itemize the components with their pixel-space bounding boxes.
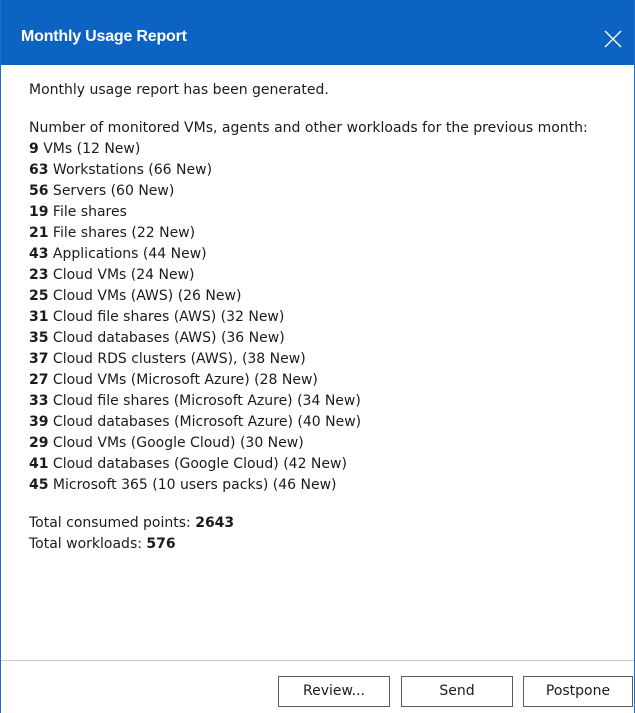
workload-label: Cloud file shares (Microsoft Azure) (34 … bbox=[48, 393, 361, 409]
workload-item: 63 Workstations (66 New) bbox=[29, 160, 614, 181]
total-workloads-value: 576 bbox=[146, 536, 176, 552]
total-points-value: 2643 bbox=[195, 515, 235, 531]
workload-item: 45 Microsoft 365 (10 users packs) (46 Ne… bbox=[29, 475, 614, 496]
workload-item: 33 Cloud file shares (Microsoft Azure) (… bbox=[29, 391, 614, 412]
close-button[interactable] bbox=[598, 22, 628, 52]
workload-count: 27 bbox=[29, 372, 49, 388]
workload-label: Cloud databases (Google Cloud) (42 New) bbox=[48, 456, 347, 472]
workload-item: 27 Cloud VMs (Microsoft Azure) (28 New) bbox=[29, 370, 614, 391]
workload-label: File shares bbox=[48, 204, 127, 220]
workload-item: 19 File shares bbox=[29, 202, 614, 223]
workload-count: 25 bbox=[29, 288, 49, 304]
workload-count: 21 bbox=[29, 225, 49, 241]
workload-label: Applications (44 New) bbox=[48, 246, 207, 262]
workload-count: 41 bbox=[29, 456, 49, 472]
workload-count: 19 bbox=[29, 204, 49, 220]
close-icon bbox=[604, 30, 622, 48]
workload-label: Cloud databases (AWS) (36 New) bbox=[48, 330, 285, 346]
workload-label: Servers (60 New) bbox=[48, 183, 175, 199]
workload-list: 9 VMs (12 New) 63 Workstations (66 New) 56… bbox=[29, 139, 614, 496]
total-workloads-line: Total workloads: 576 bbox=[29, 534, 614, 555]
workload-item: 37 Cloud RDS clusters (AWS), (38 New) bbox=[29, 349, 614, 370]
workload-item: 41 Cloud databases (Google Cloud) (42 Ne… bbox=[29, 454, 614, 475]
workload-label: Cloud file shares (AWS) (32 New) bbox=[48, 309, 285, 325]
workload-count: 35 bbox=[29, 330, 49, 346]
workloads-heading: Number of monitored VMs, agents and othe… bbox=[29, 120, 588, 136]
total-workloads-label: Total workloads: bbox=[29, 536, 147, 552]
total-points-label: Total consumed points: bbox=[29, 515, 196, 531]
workload-label: File shares (22 New) bbox=[48, 225, 196, 241]
workload-item: 9 VMs (12 New) bbox=[29, 139, 614, 160]
total-points-line: Total consumed points: 2643 bbox=[29, 513, 614, 534]
workload-label: Cloud VMs (Microsoft Azure) (28 New) bbox=[48, 372, 318, 388]
workload-count: 9 bbox=[29, 141, 39, 157]
send-button[interactable]: Send bbox=[401, 676, 513, 707]
workload-count: 23 bbox=[29, 267, 49, 283]
workload-count: 56 bbox=[29, 183, 49, 199]
workload-count: 37 bbox=[29, 351, 49, 367]
workload-item: 23 Cloud VMs (24 New) bbox=[29, 265, 614, 286]
workload-item: 35 Cloud databases (AWS) (36 New) bbox=[29, 328, 614, 349]
workload-count: 31 bbox=[29, 309, 49, 325]
workload-item: 29 Cloud VMs (Google Cloud) (30 New) bbox=[29, 433, 614, 454]
workload-count: 63 bbox=[29, 162, 49, 178]
workload-item: 25 Cloud VMs (AWS) (26 New) bbox=[29, 286, 614, 307]
review-button[interactable]: Review... bbox=[278, 676, 390, 707]
workload-item: 31 Cloud file shares (AWS) (32 New) bbox=[29, 307, 614, 328]
workload-count: 33 bbox=[29, 393, 49, 409]
dialog-titlebar: Monthly Usage Report bbox=[1, 0, 634, 65]
workload-count: 29 bbox=[29, 435, 49, 451]
workload-label: Cloud databases (Microsoft Azure) (40 Ne… bbox=[48, 414, 362, 430]
monthly-usage-report-dialog: Monthly Usage Report Monthly usage repor… bbox=[0, 0, 635, 713]
dialog-message: Monthly usage report has been generated.… bbox=[29, 80, 614, 555]
workload-item: 56 Servers (60 New) bbox=[29, 181, 614, 202]
workload-item: 43 Applications (44 New) bbox=[29, 244, 614, 265]
workload-count: 43 bbox=[29, 246, 49, 262]
workload-label: Cloud RDS clusters (AWS), (38 New) bbox=[48, 351, 306, 367]
workload-label: Microsoft 365 (10 users packs) (46 New) bbox=[48, 477, 337, 493]
postpone-button[interactable]: Postpone bbox=[523, 676, 633, 707]
dialog-footer: Review... Send Postpone bbox=[1, 660, 634, 713]
workload-label: Cloud VMs (Google Cloud) (30 New) bbox=[48, 435, 304, 451]
workload-item: 21 File shares (22 New) bbox=[29, 223, 614, 244]
dialog-title: Monthly Usage Report bbox=[21, 28, 187, 45]
workload-label: Workstations (66 New) bbox=[48, 162, 213, 178]
workload-item: 39 Cloud databases (Microsoft Azure) (40… bbox=[29, 412, 614, 433]
workload-label: VMs (12 New) bbox=[38, 141, 141, 157]
intro-text: Monthly usage report has been generated. bbox=[29, 82, 329, 98]
workload-label: Cloud VMs (AWS) (26 New) bbox=[48, 288, 242, 304]
workload-count: 39 bbox=[29, 414, 49, 430]
workload-label: Cloud VMs (24 New) bbox=[48, 267, 195, 283]
workload-count: 45 bbox=[29, 477, 49, 493]
